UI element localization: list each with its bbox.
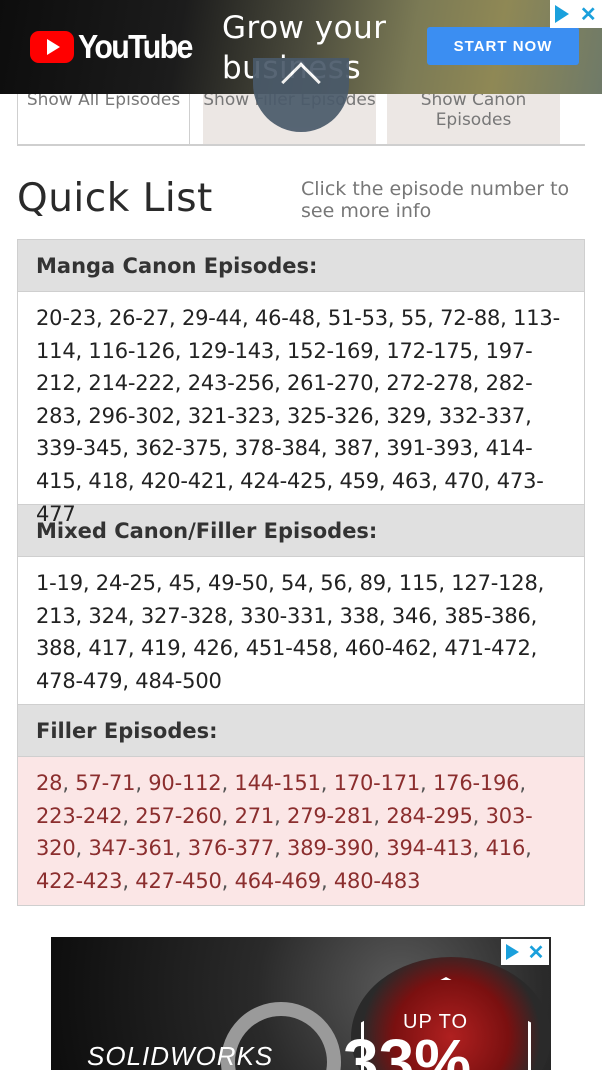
separator: ,: [62, 771, 76, 795]
manga-canon-episodes: 20-23, 26-27, 29-44, 46-48, 51-53, 55, 7…: [18, 292, 584, 526]
filler-episode-link[interactable]: 427-450: [135, 869, 222, 893]
close-ad-icon[interactable]: ✕: [528, 940, 545, 965]
separator: ,: [373, 803, 387, 828]
filler-episode-link[interactable]: 90-112: [148, 771, 221, 795]
ad-percent-text: 33%: [343, 1026, 472, 1070]
separator: ,: [174, 836, 188, 861]
adchoices-icon[interactable]: [555, 5, 570, 23]
filler-episode-link[interactable]: 347-361: [88, 836, 175, 860]
separator: ,: [472, 836, 486, 861]
separator: ,: [221, 868, 235, 893]
separator: ,: [135, 771, 149, 795]
separator: ,: [274, 803, 288, 828]
filler-episode-link[interactable]: 257-260: [135, 804, 222, 828]
filler-episode-link[interactable]: 144-151: [234, 771, 321, 795]
separator: ,: [122, 868, 136, 893]
mixed-episodes-heading: Mixed Canon/Filler Episodes:: [18, 505, 584, 557]
separator: ,: [525, 836, 532, 861]
youtube-wordmark: YouTube: [78, 28, 193, 65]
youtube-logo: YouTube: [30, 28, 202, 66]
mixed-episodes: 1-19, 24-25, 45, 49-50, 54, 56, 89, 115,…: [18, 557, 584, 705]
filler-episode-link[interactable]: 416: [486, 836, 526, 860]
close-ad-icon[interactable]: ✕: [580, 2, 597, 27]
quick-list-hint: Click the episode number to see more inf…: [301, 178, 570, 222]
filler-episode-link[interactable]: 28: [36, 771, 63, 795]
youtube-play-icon: [30, 31, 74, 63]
adchoices-icon[interactable]: [505, 944, 519, 960]
bottom-ad-banner[interactable]: UP TO 33% SOLIDWORKS ✕: [51, 937, 551, 1070]
tabs-divider: [17, 144, 585, 146]
filler-episode-link[interactable]: 376-377: [188, 836, 275, 860]
manga-canon-heading: Manga Canon Episodes:: [18, 240, 584, 292]
tab-show-canon-episodes[interactable]: Show Canon Episodes: [387, 94, 560, 144]
filler-episode-link[interactable]: 271: [235, 804, 275, 828]
filler-episode-link[interactable]: 389-390: [287, 836, 374, 860]
filler-episode-link[interactable]: 57-71: [75, 771, 135, 795]
separator: ,: [519, 771, 526, 795]
filler-episode-link[interactable]: 394-413: [386, 836, 473, 860]
filler-episode-link[interactable]: 170-171: [334, 771, 421, 795]
start-now-button[interactable]: START NOW: [427, 27, 579, 65]
separator: ,: [373, 836, 387, 861]
filler-episode-link[interactable]: 464-469: [235, 869, 322, 893]
separator: ,: [274, 836, 288, 861]
separator: ,: [320, 771, 334, 795]
filler-episode-link[interactable]: 480-483: [334, 869, 421, 893]
separator: ,: [122, 803, 136, 828]
quick-list-title: Quick List: [17, 176, 213, 221]
tab-show-all-episodes[interactable]: Show All Episodes: [17, 94, 190, 146]
adchoices-badge[interactable]: ✕: [501, 939, 549, 965]
chevron-up-icon: [281, 62, 321, 102]
episode-quick-list-table: Manga Canon Episodes: 20-23, 26-27, 29-4…: [17, 239, 585, 906]
filler-episode-link[interactable]: 284-295: [386, 804, 473, 828]
filler-episode-link[interactable]: 279-281: [287, 804, 374, 828]
separator: ,: [320, 868, 334, 893]
filler-episode-link[interactable]: 176-196: [433, 771, 520, 795]
separator: ,: [420, 771, 433, 795]
separator: ,: [472, 803, 486, 828]
separator: ,: [221, 803, 235, 828]
ad-brand-logo: SOLIDWORKS: [87, 1041, 274, 1070]
adchoices-badge[interactable]: ✕: [550, 0, 602, 28]
filler-episode-link[interactable]: 223-242: [36, 804, 123, 828]
tab-label: Show Canon Episodes: [420, 94, 527, 130]
tab-label: Show All Episodes: [26, 94, 181, 110]
filler-episodes-heading: Filler Episodes:: [18, 705, 584, 757]
separator: ,: [75, 836, 89, 861]
separator: ,: [221, 771, 235, 795]
filler-episode-link[interactable]: 422-423: [36, 869, 123, 893]
filler-episodes: 28, 57-71, 90-112, 144-151, 170-171, 176…: [18, 757, 584, 905]
